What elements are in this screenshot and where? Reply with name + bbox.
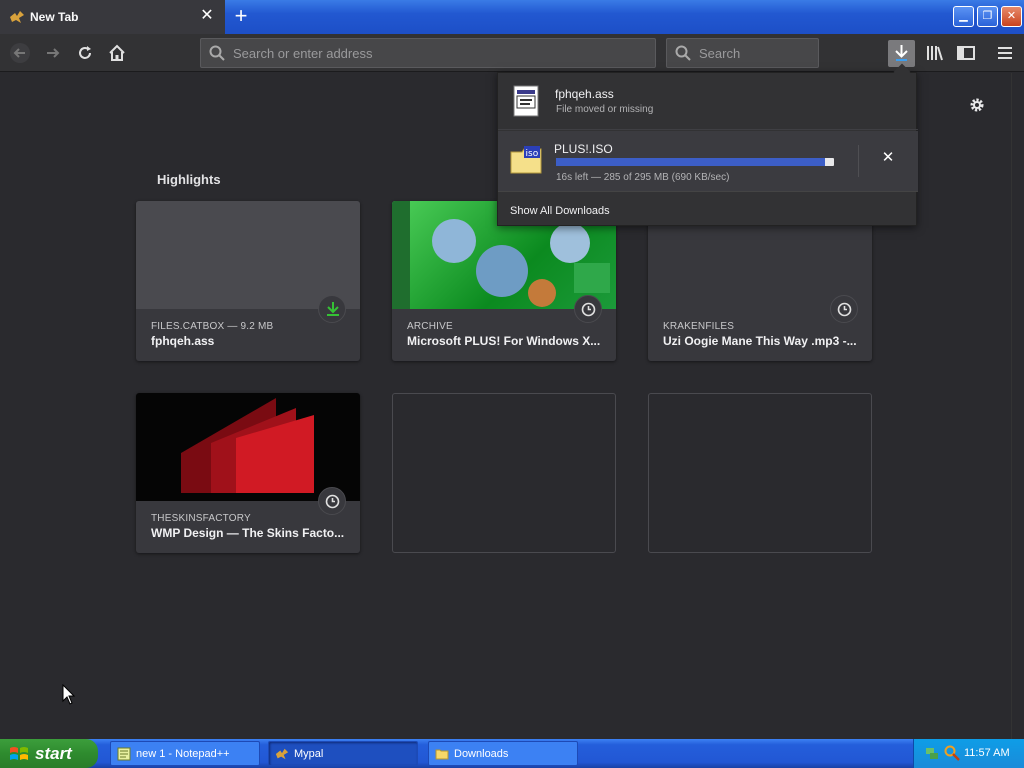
card-title: Uzi Oogie Mane This Way .mp3 -... [663,334,857,348]
search-bar[interactable]: Search [666,38,819,68]
close-window-button[interactable]: ✕ [1001,6,1022,27]
mouse-cursor-icon [62,684,76,705]
scrollbar[interactable] [1011,73,1024,739]
tab-new-tab[interactable]: New Tab ✕ [0,0,225,34]
card-title: fphqeh.ass [151,334,215,348]
task-label: Downloads [454,748,509,760]
navigation-bar: Search or enter address Search [0,34,1024,72]
minimize-button[interactable]: ▁ [953,6,974,27]
windows-logo-icon [10,747,28,760]
library-icon[interactable] [925,43,945,63]
task-label: Mypal [294,748,324,760]
home-icon[interactable] [107,43,127,63]
clock-icon [574,295,602,323]
taskbar-item-notepad[interactable]: new 1 - Notepad++ [110,741,260,766]
system-tray: 11:57 AM [913,739,1024,768]
gear-icon[interactable] [968,96,986,114]
tab-title: New Tab [30,10,79,24]
taskbar: start new 1 - Notepad++ Mypal Downloads … [0,739,1024,768]
download-status: File moved or missing [556,104,654,115]
download-status: 16s left — 285 of 295 MB (690 KB/sec) [556,172,730,183]
card-source: KRAKENFILES [663,321,735,332]
divider [858,145,859,177]
card-thumbnail [136,201,360,309]
cancel-download-button[interactable]: ✕ [878,148,898,168]
address-placeholder: Search or enter address [233,46,373,61]
download-item[interactable]: fphqeh.ass File moved or missing [498,73,918,130]
card-source: ARCHIVE [407,321,453,332]
clock-icon [318,487,346,515]
mypal-icon [275,748,289,760]
file-icon [513,85,539,117]
card-thumbnail [136,393,360,501]
download-icon [318,295,346,323]
address-bar[interactable]: Search or enter address [200,38,656,68]
search-icon[interactable] [944,745,960,761]
show-all-downloads-label: Show All Downloads [510,205,610,217]
forward-icon[interactable] [43,43,63,63]
search-icon [209,45,225,61]
card-source: FILES.CATBOX — 9.2 MB [151,321,274,332]
back-icon[interactable] [10,43,30,63]
show-all-downloads-button[interactable]: Show All Downloads [498,191,918,226]
highlight-card[interactable]: FILES.CATBOX — 9.2 MB fphqeh.ass [136,201,360,361]
menu-icon[interactable] [995,43,1015,63]
network-icon[interactable] [924,745,940,761]
download-filename: fphqeh.ass [555,87,614,101]
start-label: start [35,744,72,763]
empty-card [648,393,872,553]
download-progress-bar [556,158,834,166]
new-tab-button[interactable]: + [230,5,252,28]
iso-file-icon: iso [510,146,542,174]
taskbar-item-mypal[interactable]: Mypal [268,741,418,766]
svg-text:iso: iso [526,149,539,159]
mypal-icon [10,11,24,23]
title-bar: New Tab ✕ + ▁ ❐ ✕ [0,0,1024,34]
highlight-card[interactable]: THESKINSFACTORY WMP Design — The Skins F… [136,393,360,553]
close-tab-icon[interactable]: ✕ [199,8,215,24]
task-label: new 1 - Notepad++ [136,748,230,760]
download-arrow-icon [895,45,908,61]
download-filename: PLUS!.ISO [554,142,613,156]
restore-button[interactable]: ❐ [977,6,998,27]
clock-icon [830,295,858,323]
start-button[interactable]: start [0,739,98,768]
card-source: THESKINSFACTORY [151,513,251,524]
empty-card [392,393,616,553]
card-title: Microsoft PLUS! For Windows X... [407,334,601,348]
search-placeholder: Search [699,46,741,61]
reload-icon[interactable] [75,43,95,63]
highlights-heading: Highlights [157,172,221,187]
folder-icon [435,749,449,760]
search-icon [675,45,691,61]
card-title: WMP Design — The Skins Facto... [151,526,345,540]
clock: 11:57 AM [964,747,1010,759]
downloads-panel: fphqeh.ass File moved or missing iso PLU… [497,63,918,226]
sidebar-icon[interactable] [956,43,976,63]
notepad-icon [117,747,131,761]
taskbar-item-downloads[interactable]: Downloads [428,741,578,766]
download-item[interactable]: iso PLUS!.ISO 16s left — 285 of 295 MB (… [498,131,918,191]
